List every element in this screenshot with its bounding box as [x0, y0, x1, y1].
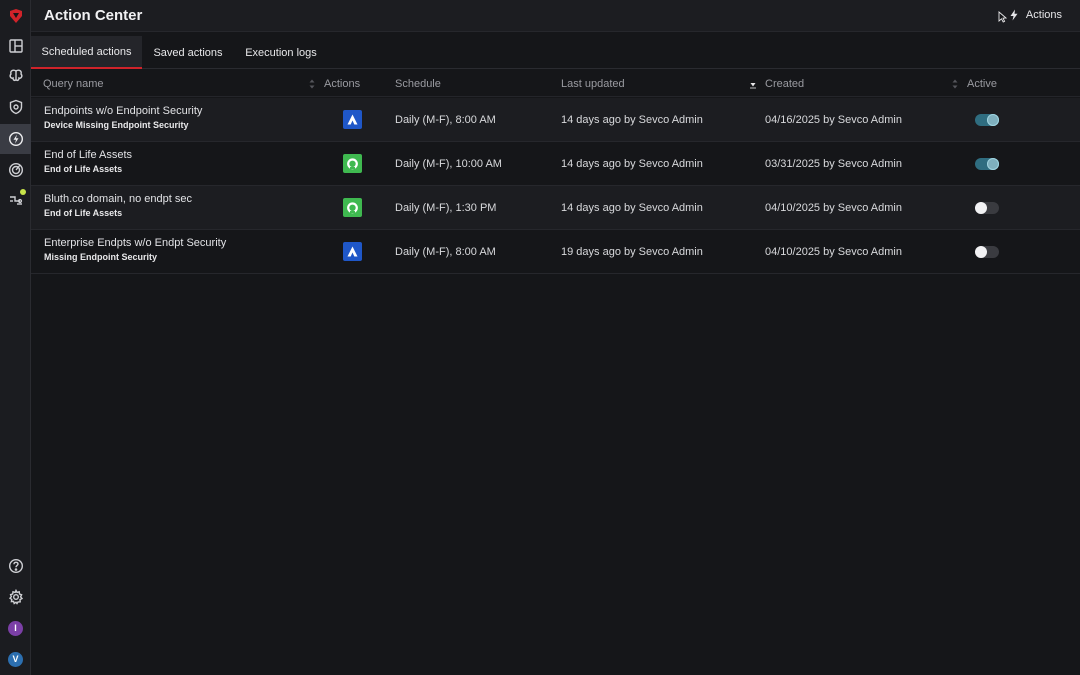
atlassian-icon[interactable]	[343, 110, 362, 129]
toggle-knob	[975, 202, 987, 214]
servicenow-icon[interactable]	[343, 154, 362, 173]
query-name-cell: Enterprise Endpts w/o Endpt Security Mis…	[44, 236, 226, 264]
query-name[interactable]: Enterprise Endpts w/o Endpt Security	[44, 236, 226, 250]
query-name-cell: Bluth.co domain, no endpt sec End of Lif…	[44, 192, 192, 220]
actions-button-label: Actions	[1025, 9, 1062, 21]
left-nav-rail: I V	[0, 0, 31, 675]
page-title: Action Center	[44, 7, 143, 24]
schedule-cell: Daily (M-F), 8:00 AM	[395, 114, 496, 126]
sort-icon[interactable]	[308, 78, 316, 90]
schedule-cell: Daily (M-F), 8:00 AM	[395, 246, 496, 258]
servicenow-icon[interactable]	[343, 198, 362, 217]
lightning-icon[interactable]	[0, 124, 31, 154]
help-icon[interactable]	[0, 551, 31, 581]
dashboard-icon[interactable]	[0, 31, 31, 61]
integrations-icon[interactable]	[0, 185, 31, 215]
query-subtitle: Device Missing Endpoint Security	[44, 120, 189, 130]
actions-button[interactable]: Actions	[1009, 9, 1062, 21]
user-avatar-v[interactable]: V	[0, 644, 31, 674]
toggle-knob	[987, 158, 999, 170]
sort-descending-icon[interactable]	[749, 78, 757, 90]
table-header: Query name Actions Schedule Last updated…	[31, 71, 1080, 97]
user-avatar-i[interactable]: I	[0, 613, 31, 643]
query-name[interactable]: Endpoints w/o Endpoint Security	[44, 104, 202, 118]
shield-icon[interactable]	[0, 92, 31, 122]
query-name[interactable]: Bluth.co domain, no endpt sec	[44, 192, 192, 206]
avatar: I	[8, 620, 23, 636]
last-updated-cell: 14 days ago by Sevco Admin	[561, 202, 703, 214]
active-toggle[interactable]	[975, 246, 999, 258]
lightning-icon	[1010, 9, 1018, 21]
column-header-created[interactable]: Created	[765, 71, 804, 97]
column-header-active[interactable]: Active	[967, 71, 997, 97]
tab-scheduled-actions[interactable]: Scheduled actions	[31, 36, 142, 69]
query-name-cell: End of Life Assets End of Life Assets	[44, 148, 132, 176]
brain-icon[interactable]	[0, 61, 31, 91]
avatar: V	[8, 651, 23, 667]
table-row[interactable]: Enterprise Endpts w/o Endpt Security Mis…	[31, 230, 1080, 274]
created-cell: 04/16/2025 by Sevco Admin	[765, 114, 902, 126]
active-toggle[interactable]	[975, 202, 999, 214]
active-toggle[interactable]	[975, 158, 999, 170]
page-header: Action Center Actions	[31, 0, 1080, 32]
table-row[interactable]: Endpoints w/o Endpoint Security Device M…	[31, 98, 1080, 142]
query-name[interactable]: End of Life Assets	[44, 148, 132, 162]
gear-icon[interactable]	[0, 582, 31, 612]
column-header-query-name[interactable]: Query name	[43, 71, 104, 97]
table-row[interactable]: End of Life Assets End of Life Assets Da…	[31, 142, 1080, 186]
query-subtitle: End of Life Assets	[44, 164, 123, 174]
table-row[interactable]: Bluth.co domain, no endpt sec End of Lif…	[31, 186, 1080, 230]
schedule-cell: Daily (M-F), 1:30 PM	[395, 202, 497, 214]
query-subtitle: Missing Endpoint Security	[44, 252, 158, 262]
column-header-schedule[interactable]: Schedule	[395, 71, 441, 97]
query-subtitle: End of Life Assets	[44, 208, 123, 218]
sort-icon[interactable]	[951, 78, 959, 90]
tab-bar: Scheduled actions Saved actions Executio…	[31, 36, 1080, 69]
schedule-cell: Daily (M-F), 10:00 AM	[395, 158, 502, 170]
created-cell: 03/31/2025 by Sevco Admin	[765, 158, 902, 170]
notification-dot	[20, 189, 26, 195]
logo-icon[interactable]	[0, 1, 31, 31]
created-cell: 04/10/2025 by Sevco Admin	[765, 202, 902, 214]
tab-execution-logs[interactable]: Execution logs	[234, 36, 328, 69]
atlassian-icon[interactable]	[343, 242, 362, 261]
last-updated-cell: 14 days ago by Sevco Admin	[561, 114, 703, 126]
column-header-actions[interactable]: Actions	[324, 71, 360, 97]
created-cell: 04/10/2025 by Sevco Admin	[765, 246, 902, 258]
mouse-cursor-icon	[998, 11, 1007, 23]
toggle-knob	[975, 246, 987, 258]
query-name-cell: Endpoints w/o Endpoint Security Device M…	[44, 104, 202, 132]
last-updated-cell: 14 days ago by Sevco Admin	[561, 158, 703, 170]
tab-saved-actions[interactable]: Saved actions	[142, 36, 234, 69]
active-toggle[interactable]	[975, 114, 999, 126]
toggle-knob	[987, 114, 999, 126]
radar-icon[interactable]	[0, 155, 31, 185]
column-header-last-updated[interactable]: Last updated	[561, 71, 625, 97]
last-updated-cell: 19 days ago by Sevco Admin	[561, 246, 703, 258]
